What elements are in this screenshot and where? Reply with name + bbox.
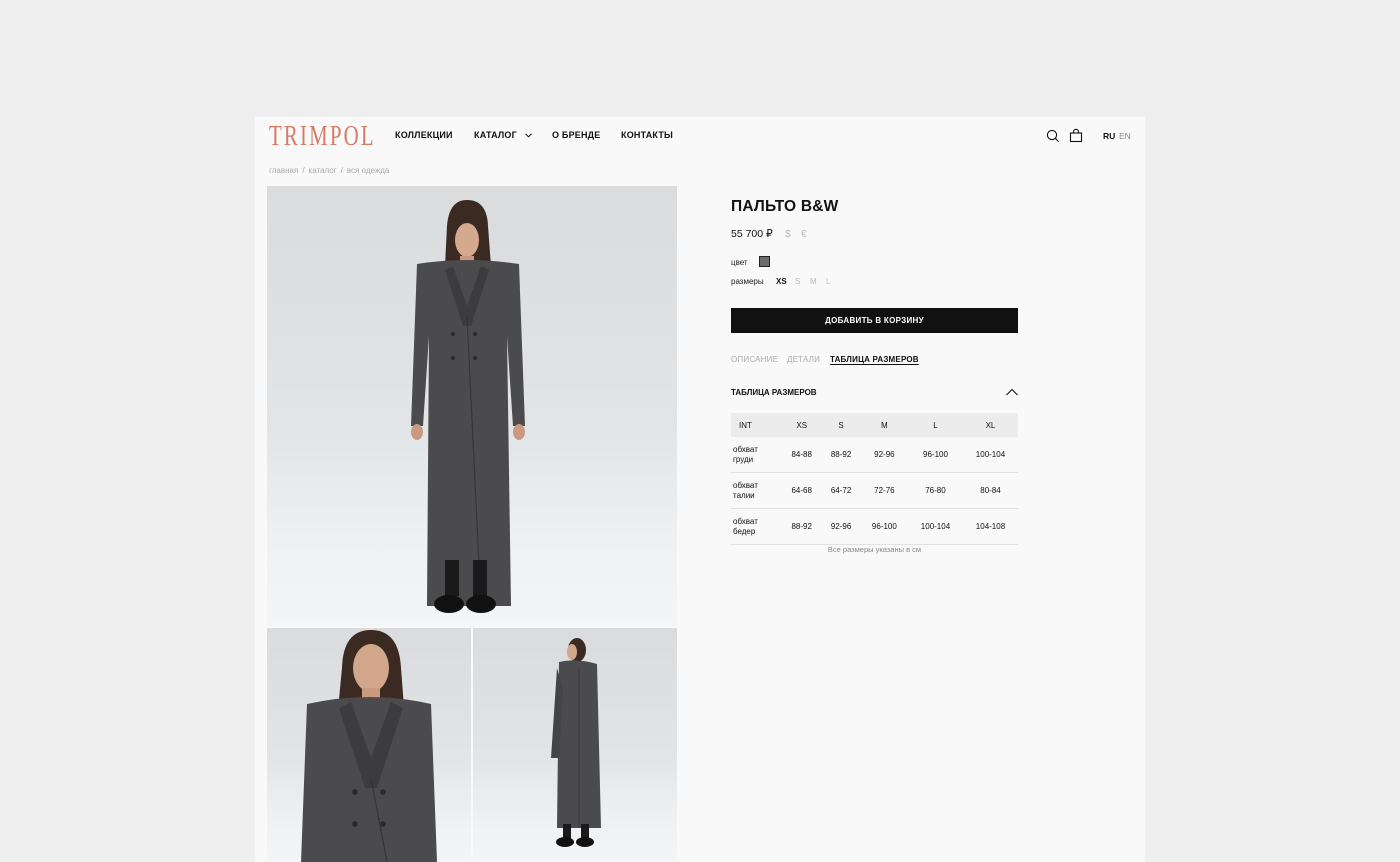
model-back-illustration xyxy=(551,638,601,847)
product-page: TRIMPOL КОЛЛЕКЦИИ КАТАЛОГ О БРЕНДЕ КОНТА… xyxy=(255,117,1145,862)
table-cell: 96-100 xyxy=(907,437,963,473)
table-cell: 100-104 xyxy=(962,437,1018,473)
size-option-l[interactable]: L xyxy=(826,277,830,286)
add-to-cart-button[interactable]: ДОБАВИТЬ В КОРЗИНУ xyxy=(731,308,1018,333)
header-xs: XS xyxy=(782,413,822,437)
tab-details[interactable]: ДЕТАЛИ xyxy=(787,355,820,364)
header-xl: XL xyxy=(962,413,1018,437)
row-label: обхват бедер xyxy=(731,508,782,545)
breadcrumb-separator: / xyxy=(302,166,305,175)
row-label: обхват талии xyxy=(731,472,782,509)
header-int: INT xyxy=(731,413,782,437)
nav-catalog-label: КАТАЛОГ xyxy=(474,130,517,140)
header-s: S xyxy=(821,413,861,437)
table-cell: 96-100 xyxy=(860,508,908,545)
nav-about[interactable]: О БРЕНДЕ xyxy=(552,130,601,140)
table-cell: 100-104 xyxy=(907,508,963,545)
size-chart-accordion-title[interactable]: ТАБЛИЦА РАЗМЕРОВ xyxy=(731,388,817,397)
table-cell: 64-72 xyxy=(821,472,861,509)
sizes-label: размеры xyxy=(731,277,764,286)
nav-catalog[interactable]: КАТАЛОГ xyxy=(474,130,532,140)
table-cell: 88-92 xyxy=(821,437,861,473)
lang-ru[interactable]: RU xyxy=(1103,131,1115,141)
chevron-up-icon[interactable] xyxy=(1005,387,1019,397)
currency-eur[interactable]: € xyxy=(801,228,807,240)
color-swatch-grey[interactable] xyxy=(759,256,770,267)
lang-en[interactable]: EN xyxy=(1119,131,1131,141)
tab-size-chart[interactable]: ТАБЛИЦА РАЗМЕРОВ xyxy=(830,355,919,364)
table-cell: 72-76 xyxy=(860,472,908,509)
size-chart-note: Все размеры указаны в см xyxy=(827,545,922,554)
brand-logo[interactable]: TRIMPOL xyxy=(269,120,376,152)
model-closeup-illustration xyxy=(301,630,437,862)
chevron-down-icon xyxy=(524,133,532,138)
header-m: M xyxy=(860,413,908,437)
table-cell: 104-108 xyxy=(962,508,1018,545)
table-cell: 92-96 xyxy=(821,508,861,545)
row-label: обхват груди xyxy=(731,437,782,473)
color-label: цвет xyxy=(731,258,748,267)
size-chart-table: INT XS S M L XL обхват груди 84-88 88-92 … xyxy=(731,413,1018,545)
breadcrumb: главная / каталог / вся одежда xyxy=(269,166,389,175)
header-l: L xyxy=(907,413,963,437)
model-front-illustration xyxy=(411,200,525,613)
product-photo-detail[interactable] xyxy=(267,628,471,862)
breadcrumb-separator: / xyxy=(340,166,343,175)
table-cell: 76-80 xyxy=(907,472,963,509)
table-cell: 64-68 xyxy=(782,472,822,509)
nav-collections[interactable]: КОЛЛЕКЦИИ xyxy=(395,130,453,140)
currency-usd[interactable]: $ xyxy=(785,228,791,240)
tab-description[interactable]: ОПИСАНИЕ xyxy=(731,355,778,364)
table-cell: 80-84 xyxy=(962,472,1018,509)
table-cell: 88-92 xyxy=(782,508,822,545)
table-row: обхват груди 84-88 88-92 92-96 96-100 100… xyxy=(731,437,1018,473)
size-option-s[interactable]: S xyxy=(795,277,800,286)
shopping-bag-icon[interactable] xyxy=(1068,128,1084,144)
product-photo-back[interactable] xyxy=(473,628,677,862)
size-option-xs[interactable]: XS xyxy=(776,277,787,286)
breadcrumb-catalog[interactable]: каталог xyxy=(309,166,337,175)
product-price: 55 700 ₽ xyxy=(731,228,773,240)
table-row: обхват талии 64-68 64-72 72-76 76-80 80-8… xyxy=(731,472,1018,509)
table-cell: 84-88 xyxy=(782,437,822,473)
breadcrumb-current[interactable]: вся одежда xyxy=(347,166,389,175)
search-icon[interactable] xyxy=(1045,128,1061,144)
product-title: ПАЛЬТО B&W xyxy=(731,198,839,215)
product-photo-main[interactable] xyxy=(267,186,677,626)
size-chart-header-row: INT XS S M L XL xyxy=(731,413,1018,437)
nav-contacts[interactable]: КОНТАКТЫ xyxy=(621,130,673,140)
table-row: обхват бедер 88-92 92-96 96-100 100-104 1… xyxy=(731,508,1018,545)
breadcrumb-home[interactable]: главная xyxy=(269,166,298,175)
size-option-m[interactable]: M xyxy=(810,277,817,286)
table-cell: 92-96 xyxy=(860,437,908,473)
site-header: TRIMPOL КОЛЛЕКЦИИ КАТАЛОГ О БРЕНДЕ КОНТА… xyxy=(255,117,1145,155)
